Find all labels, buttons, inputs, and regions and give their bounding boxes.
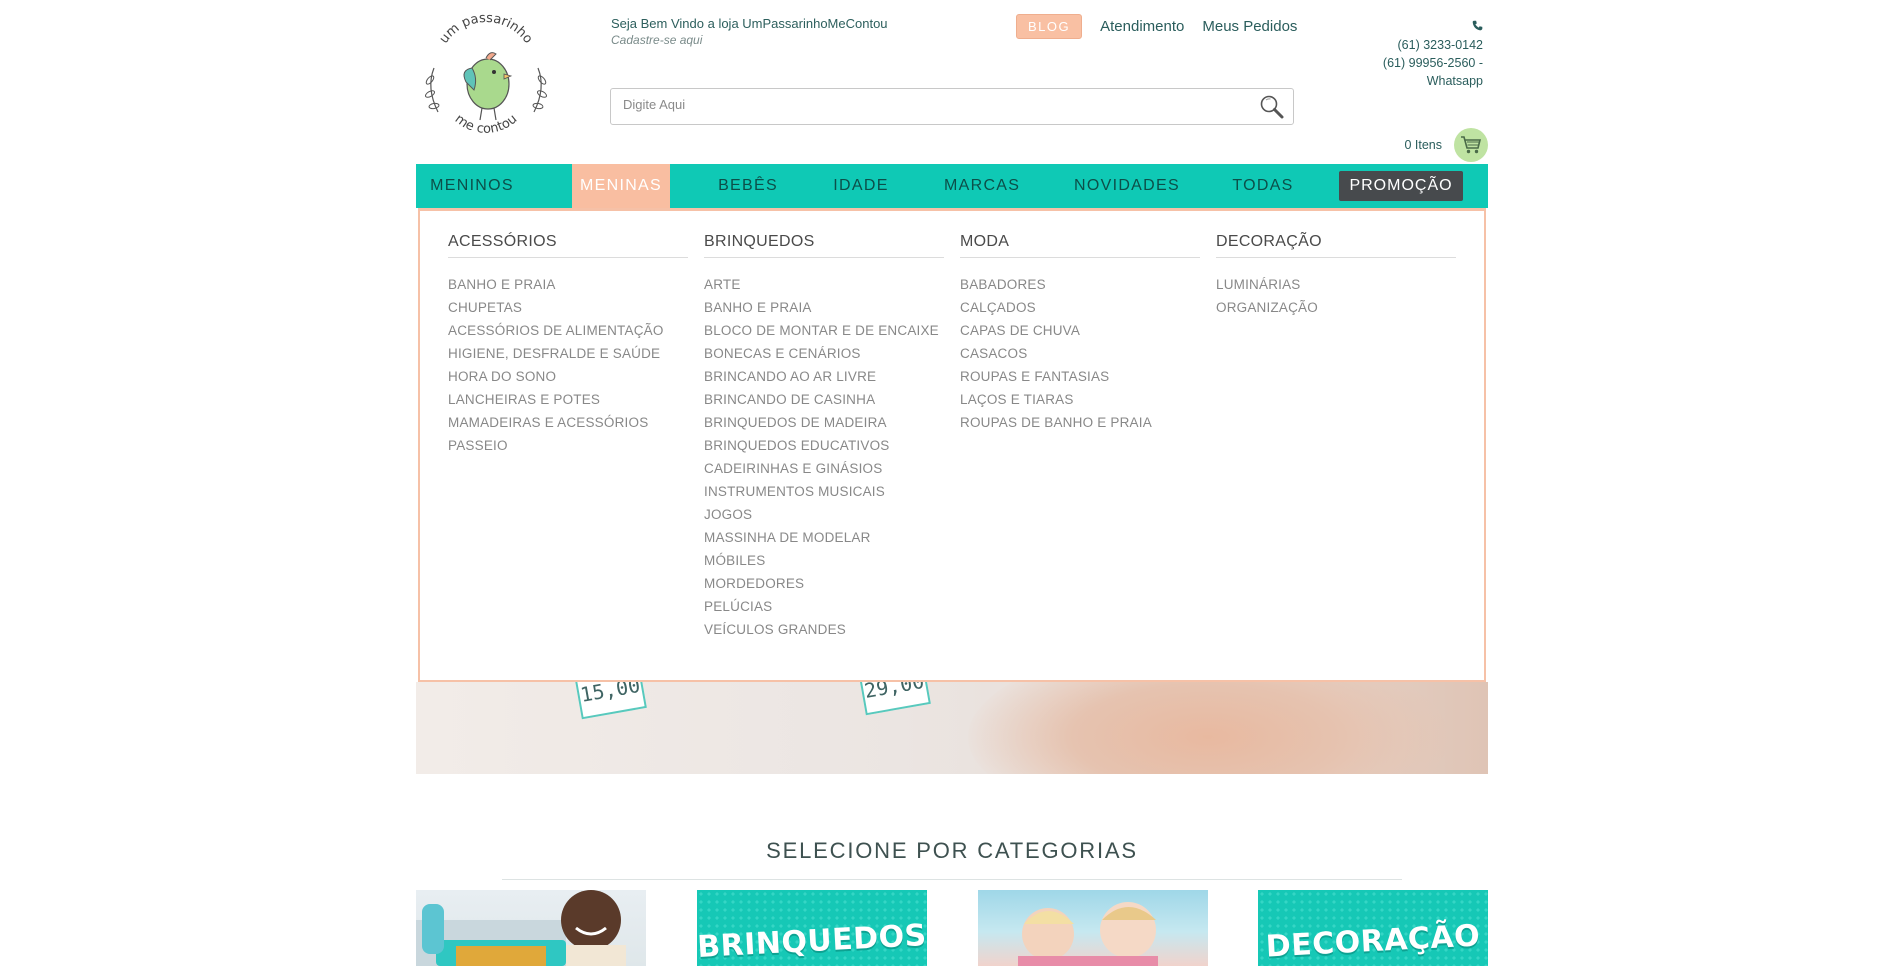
menu-link[interactable]: LUMINÁRIAS	[1216, 273, 1456, 296]
categories-heading: SELECIONE POR CATEGORIAS	[766, 838, 1138, 863]
nav-item-bebes[interactable]: BEBÊS	[718, 164, 778, 208]
bird-logo-icon: um passarinho me contou	[424, 11, 548, 137]
phone-number-2[interactable]: (61) 99956-2560 -	[1383, 54, 1483, 72]
svg-text:me contou: me contou	[452, 111, 520, 136]
nav-item-meninas[interactable]: MENINAS	[572, 164, 670, 208]
menu-link[interactable]: PASSEIO	[448, 434, 688, 457]
menu-column-moda: MODA BABADORES CALÇADOS CAPAS DE CHUVA C…	[960, 233, 1200, 434]
nav-item-meninos[interactable]: MENINOS	[430, 164, 514, 208]
menu-link[interactable]: CADEIRINHAS E GINÁSIOS	[704, 457, 944, 480]
phone-icon	[1472, 20, 1483, 31]
menu-link[interactable]: CAPAS DE CHUVA	[960, 319, 1200, 342]
category-card-decoracao[interactable]: DECORAÇÃO	[1258, 890, 1488, 966]
hero-banner[interactable]: 15,00 29,00	[416, 682, 1488, 774]
menu-link[interactable]: HIGIENE, DESFRALDE E SAÚDE	[448, 342, 688, 365]
category-card-brinquedos[interactable]: BRINQUEDOS	[697, 890, 927, 966]
price-tag: 29,00	[855, 682, 931, 716]
welcome-text: Seja Bem Vindo a loja UmPassarinhoMeCont…	[611, 16, 888, 31]
child-photo	[416, 890, 626, 966]
menu-column-decoracao: DECORAÇÃO LUMINÁRIAS ORGANIZAÇÃO	[1216, 233, 1456, 319]
orders-link[interactable]: Meus Pedidos	[1202, 18, 1297, 35]
menu-link[interactable]: BONECAS E CENÁRIOS	[704, 342, 944, 365]
menu-link[interactable]: VEÍCULOS GRANDES	[704, 618, 944, 641]
menu-link[interactable]: JOGOS	[704, 503, 944, 526]
menu-link[interactable]: BANHO E PRAIA	[448, 273, 688, 296]
nav-item-novidades[interactable]: NOVIDADES	[1074, 164, 1179, 208]
menu-link[interactable]: LAÇOS E TIARAS	[960, 388, 1200, 411]
menu-link[interactable]: MASSINHA DE MODELAR	[704, 526, 944, 549]
mega-menu-meninas: ACESSÓRIOS BANHO E PRAIA CHUPETAS ACESSÓ…	[418, 208, 1486, 682]
category-card-label: DECORAÇÃO	[1264, 918, 1482, 965]
menu-link[interactable]: PELÚCIAS	[704, 595, 944, 618]
category-card-label: BRINQUEDOS	[697, 918, 927, 965]
menu-link[interactable]: BRINCANDO DE CASINHA	[704, 388, 944, 411]
cart[interactable]: 0 Itens	[1404, 128, 1488, 162]
menu-link[interactable]: BABADORES	[960, 273, 1200, 296]
blog-button[interactable]: BLOG	[1016, 14, 1083, 39]
svg-text:um passarinho: um passarinho	[437, 11, 536, 47]
menu-link[interactable]: INSTRUMENTOS MUSICAIS	[704, 480, 944, 503]
menu-column-brinquedos: BRINQUEDOS ARTE BANHO E PRAIA BLOCO DE M…	[704, 233, 944, 641]
price-tag: 15,00	[571, 682, 647, 720]
menu-link[interactable]: BLOCO DE MONTAR E DE ENCAIXE	[704, 319, 944, 342]
nav-item-idade[interactable]: IDADE	[832, 164, 890, 208]
menu-link[interactable]: BRINQUEDOS DE MADEIRA	[704, 411, 944, 434]
menu-column-title[interactable]: ACESSÓRIOS	[448, 233, 688, 258]
signup-link[interactable]: Cadastre-se aqui	[611, 33, 702, 47]
menu-column-title[interactable]: DECORAÇÃO	[1216, 233, 1456, 258]
menu-column-acessorios: ACESSÓRIOS BANHO E PRAIA CHUPETAS ACESSÓ…	[448, 233, 688, 457]
support-link[interactable]: Atendimento	[1100, 18, 1184, 35]
menu-link[interactable]: BANHO E PRAIA	[704, 296, 944, 319]
contact-phones: (61) 3233-0142 (61) 99956-2560 - Whatsap…	[1383, 18, 1483, 90]
page: um passarinho me contou Seja Bem Vindo a…	[416, 0, 1488, 966]
menu-link[interactable]: ROUPAS DE BANHO E PRAIA	[960, 411, 1200, 434]
menu-link[interactable]: CALÇADOS	[960, 296, 1200, 319]
menu-link[interactable]: ARTE	[704, 273, 944, 296]
main-nav: MENINOS MENINAS BEBÊS IDADE MARCAS NOVID…	[416, 164, 1488, 208]
menu-link[interactable]: HORA DO SONO	[448, 365, 688, 388]
search-box	[610, 88, 1294, 125]
nav-item-todas[interactable]: TODAS	[1232, 164, 1294, 208]
whatsapp-label: Whatsapp	[1426, 74, 1483, 88]
search-input[interactable]	[623, 97, 1223, 112]
menu-link[interactable]: CASACOS	[960, 342, 1200, 365]
category-card-moda[interactable]	[978, 890, 1208, 966]
menu-link[interactable]: MORDEDORES	[704, 572, 944, 595]
top-links: BLOG Atendimento Meus Pedidos	[1016, 14, 1297, 39]
menu-link[interactable]: CHUPETAS	[448, 296, 688, 319]
search-icon[interactable]	[1259, 94, 1285, 120]
menu-link[interactable]: MAMADEIRAS E ACESSÓRIOS	[448, 411, 688, 434]
menu-column-title[interactable]: MODA	[960, 233, 1200, 258]
menu-link[interactable]: ACESSÓRIOS DE ALIMENTAÇÃO	[448, 319, 688, 342]
menu-link[interactable]: BRINQUEDOS EDUCATIVOS	[704, 434, 944, 457]
category-card-acessorios[interactable]	[416, 890, 646, 966]
nav-item-marcas[interactable]: MARCAS	[944, 164, 1020, 208]
divider	[502, 879, 1402, 880]
site-logo[interactable]: um passarinho me contou	[416, 8, 556, 143]
nav-item-promocao[interactable]: PROMOÇÃO	[1339, 171, 1463, 201]
cart-count[interactable]: 0 Itens	[1404, 138, 1442, 152]
menu-link[interactable]: ROUPAS E FANTASIAS	[960, 365, 1200, 388]
phone-number-1[interactable]: (61) 3233-0142	[1383, 36, 1483, 54]
menu-link[interactable]: BRINCANDO AO AR LIVRE	[704, 365, 944, 388]
shopping-cart-icon[interactable]	[1454, 128, 1488, 162]
menu-link[interactable]: MÓBILES	[704, 549, 944, 572]
menu-link[interactable]: ORGANIZAÇÃO	[1216, 296, 1456, 319]
menu-column-title[interactable]: BRINQUEDOS	[704, 233, 944, 258]
children-photo	[1018, 902, 1158, 966]
baby-photo	[968, 682, 1448, 774]
menu-link[interactable]: LANCHEIRAS E POTES	[448, 388, 688, 411]
